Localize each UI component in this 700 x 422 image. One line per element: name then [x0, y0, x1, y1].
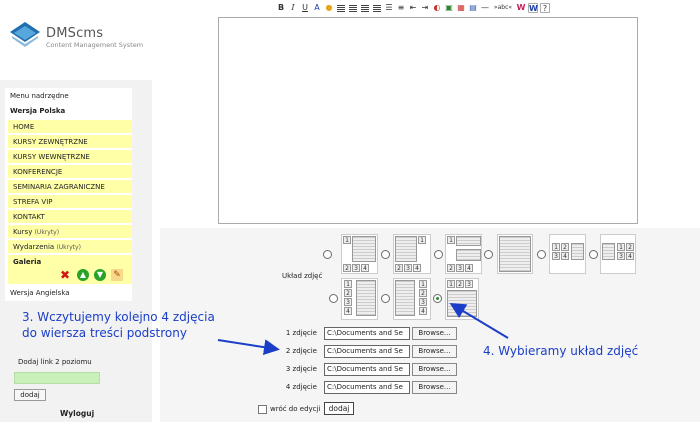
- annotation-arrows: [217, 302, 509, 356]
- arrow-to-layout: [449, 302, 509, 339]
- arrow-to-photo-inputs: [217, 339, 280, 356]
